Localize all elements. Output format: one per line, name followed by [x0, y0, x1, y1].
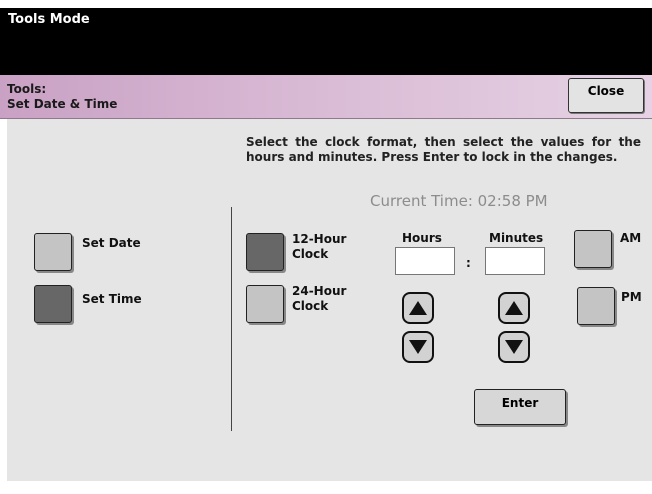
arrow-down-icon	[505, 340, 523, 354]
close-button[interactable]: Close	[568, 78, 644, 113]
12-hour-clock-button[interactable]	[246, 233, 284, 271]
instructions-text: Select the clock format, then select the…	[246, 135, 641, 164]
arrow-up-icon	[409, 301, 427, 315]
12-hour-clock-label: 12-Hour Clock	[292, 232, 346, 262]
24-hour-label-line2: Clock	[292, 299, 329, 313]
current-time-display: Current Time: 02:58 PM	[370, 192, 548, 210]
time-separator: :	[466, 256, 471, 270]
set-time-label: Set Time	[82, 292, 142, 306]
set-time-button[interactable]	[34, 285, 72, 323]
12-hour-label-line1: 12-Hour	[292, 232, 347, 246]
enter-button[interactable]: Enter	[474, 389, 566, 425]
24-hour-label-line1: 24-Hour	[292, 284, 347, 298]
hours-field[interactable]	[395, 247, 455, 275]
minutes-up-button[interactable]	[498, 292, 530, 324]
hours-up-button[interactable]	[402, 292, 434, 324]
arrow-up-icon	[505, 301, 523, 315]
hours-label: Hours	[402, 231, 442, 245]
12-hour-label-line2: Clock	[292, 247, 329, 261]
tools-header: Tools: Set Date & Time	[0, 75, 652, 119]
set-date-button[interactable]	[34, 233, 72, 271]
am-label: AM	[620, 231, 642, 245]
hours-down-button[interactable]	[402, 331, 434, 363]
minutes-field[interactable]	[485, 247, 545, 275]
breadcrumb-tools: Tools:	[7, 82, 47, 96]
pm-label: PM	[621, 290, 642, 304]
window-title: Tools Mode	[8, 12, 90, 27]
24-hour-clock-button[interactable]	[246, 285, 284, 323]
am-button[interactable]	[574, 230, 612, 268]
title-bar: Tools Mode	[0, 8, 652, 75]
minutes-down-button[interactable]	[498, 331, 530, 363]
set-date-label: Set Date	[82, 236, 141, 250]
pm-button[interactable]	[577, 287, 615, 325]
minutes-label: Minutes	[489, 231, 544, 245]
vertical-divider	[231, 207, 232, 431]
arrow-down-icon	[409, 340, 427, 354]
page-title: Set Date & Time	[7, 97, 118, 111]
24-hour-clock-label: 24-Hour Clock	[292, 284, 346, 314]
